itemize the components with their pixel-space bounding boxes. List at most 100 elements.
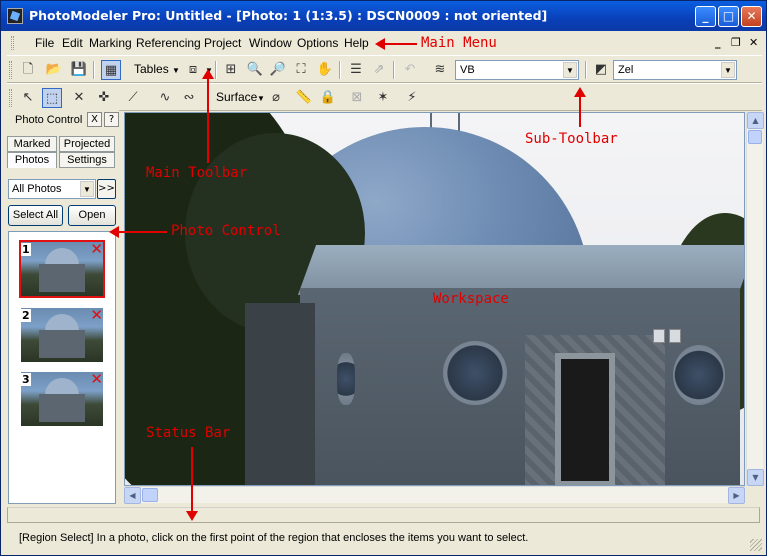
maximize-button[interactable]: □ [718, 6, 739, 27]
menu-options[interactable]: Options [297, 36, 338, 50]
scroll-right-icon[interactable]: ▶ [728, 487, 745, 504]
annotation-main-toolbar: Main Toolbar [146, 165, 248, 181]
edge-mark-icon[interactable]: ∾ [179, 88, 199, 108]
vertical-scroll-thumb[interactable] [748, 130, 762, 144]
tab-marked[interactable]: Marked [7, 136, 57, 152]
run-process-icon[interactable]: ⚡ [402, 88, 422, 108]
marking-toolbar: ↖ ⬚ ✕ ✜ ⟋ ∿ ∾ Surface ▼ ⌀ 📏 🔒 ⊠ ✶ ⚡ [7, 83, 762, 111]
photo-control-title: Photo Control [15, 114, 83, 126]
surface-dropdown[interactable]: Surface [216, 90, 257, 104]
scroll-up-icon[interactable]: ▲ [747, 112, 764, 129]
tab-settings[interactable]: Settings [59, 152, 115, 168]
status-bar-panel [7, 507, 760, 523]
surface-chevron-down-icon[interactable]: ▼ [257, 94, 265, 103]
open-folder-icon[interactable]: 📂 [44, 60, 64, 80]
main-toolbar: 🗋 📂 💾 ▦ Tables ▼ ⧈ ▼ ⊞ 🔍 🔎 ⛶ ✋ ☰ ⇗ ↶ ≋ V… [7, 55, 762, 83]
photo-filter-chevron-down-icon[interactable]: ▼ [80, 181, 94, 197]
tables-dropdown[interactable]: Tables [134, 62, 169, 76]
photo-thumbnail[interactable]: 2 ✕ [21, 306, 103, 362]
new-file-icon[interactable]: 🗋 [18, 60, 38, 80]
layer-chevron-down-icon[interactable]: ▼ [563, 62, 577, 78]
photo-round-window [337, 353, 355, 405]
scroll-down-icon[interactable]: ▼ [747, 469, 764, 486]
horizontal-scrollbar[interactable]: ◀ ▶ [124, 486, 745, 504]
lock-icon[interactable]: 🔒 [318, 88, 338, 108]
horizontal-scroll-thumb[interactable] [142, 488, 158, 502]
eraser-icon[interactable]: ⌀ [266, 88, 286, 108]
annotation-arrowhead [375, 38, 385, 50]
menu-help[interactable]: Help [344, 36, 369, 50]
add-point-icon[interactable]: ✜ [94, 88, 114, 108]
color-select[interactable]: Zel ▼ [613, 60, 737, 80]
mdi-close-button[interactable]: ✕ [749, 36, 758, 49]
menu-grip[interactable] [11, 36, 14, 50]
menu-edit[interactable]: Edit [62, 36, 83, 50]
open-photo-icon[interactable]: ⧈ [183, 60, 203, 80]
menu-project[interactable]: Project [204, 36, 241, 50]
photo-thumbnail[interactable]: 3 ✕ [21, 370, 103, 426]
status-bar: [Region Select] In a photo, click on the… [1, 507, 766, 555]
layer-select[interactable]: VB ▼ [455, 60, 579, 80]
photo-plaque [653, 329, 665, 343]
delete-mark-icon[interactable]: ✕ [69, 88, 89, 108]
photo-number: 2 [21, 309, 31, 322]
auto-mark-icon[interactable]: ✶ [373, 88, 393, 108]
curve-mark-icon[interactable]: ∿ [155, 88, 175, 108]
status-message: [Region Select] In a photo, click on the… [19, 532, 529, 544]
pan-hand-icon[interactable]: ✋ [315, 60, 335, 80]
photo-filter-select[interactable]: All Photos ▼ [8, 179, 96, 199]
save-icon[interactable]: 💾 [69, 60, 89, 80]
zoom-fit-icon[interactable]: ⛶ [291, 60, 311, 80]
menu-referencing[interactable]: Referencing [136, 36, 201, 50]
more-options-button[interactable]: >> [97, 179, 116, 199]
minimize-button[interactable]: _ [695, 6, 716, 27]
close-button[interactable]: ✕ [741, 6, 762, 27]
line-mark-icon[interactable]: ⟋ [123, 88, 143, 108]
zoom-in-icon[interactable]: 🔎 [268, 60, 288, 80]
select-arrow-icon[interactable]: ↖ [18, 88, 38, 108]
vertical-scrollbar[interactable]: ▲ ▼ [746, 112, 764, 486]
photo-number: 3 [21, 373, 31, 386]
layer-select-value: VB [460, 64, 475, 76]
toolbar-grip[interactable] [9, 61, 12, 79]
export-icon[interactable]: ⇗ [369, 60, 389, 80]
undo-icon[interactable]: ↶ [400, 60, 420, 80]
region-select-icon[interactable]: ⬚ [42, 88, 62, 108]
tab-photos[interactable]: Photos [7, 152, 57, 168]
mdi-restore-button[interactable]: ❐ [731, 36, 741, 49]
panel-close-button[interactable]: X [87, 112, 102, 127]
app-icon[interactable] [7, 8, 23, 24]
photo-wall [300, 288, 740, 485]
zoom-out-icon[interactable]: 🔍 [245, 60, 265, 80]
title-bar[interactable]: PhotoModeler Pro: Untitled - [Photo: 1 (… [1, 1, 766, 31]
menu-window[interactable]: Window [249, 36, 292, 50]
photo-door [555, 353, 615, 485]
photo-thumbnail[interactable]: 1 ✕ [19, 240, 105, 298]
toolbar-grip[interactable] [9, 89, 12, 107]
not-oriented-x-icon: ✕ [90, 240, 103, 258]
photo-control-toggle-icon[interactable]: ▦ [101, 60, 121, 80]
annotation-status-bar: Status Bar [146, 425, 231, 441]
select-all-button[interactable]: Select All [8, 205, 63, 226]
tab-projected[interactable]: Projected [59, 136, 115, 152]
disabled-tool-icon[interactable]: ⊠ [347, 88, 367, 108]
resize-grip[interactable] [750, 539, 762, 551]
annotation-arrowhead [202, 69, 214, 79]
grid-view-icon[interactable]: ⊞ [221, 60, 241, 80]
open-button[interactable]: Open [68, 205, 116, 226]
photo-control-panel: Photo Control X ? Marked Projected Photo… [5, 110, 119, 504]
layers-icon[interactable]: ≋ [430, 60, 450, 80]
color-palette-icon[interactable]: ◩ [591, 60, 611, 80]
panel-help-button[interactable]: ? [104, 112, 119, 127]
toolbar-separator [585, 61, 587, 79]
menu-marking[interactable]: Marking [89, 36, 132, 50]
annotation-arrow-line [385, 43, 417, 45]
menu-file[interactable]: File [35, 36, 54, 50]
mdi-minimize-button[interactable]: _ [715, 36, 721, 49]
toolbar-separator [393, 61, 395, 79]
color-chevron-down-icon[interactable]: ▼ [721, 62, 735, 78]
tables-chevron-down-icon[interactable]: ▼ [172, 66, 180, 75]
ruler-icon[interactable]: 📏 [294, 88, 314, 108]
list-icon[interactable]: ☰ [346, 60, 366, 80]
scroll-left-icon[interactable]: ◀ [124, 487, 141, 504]
